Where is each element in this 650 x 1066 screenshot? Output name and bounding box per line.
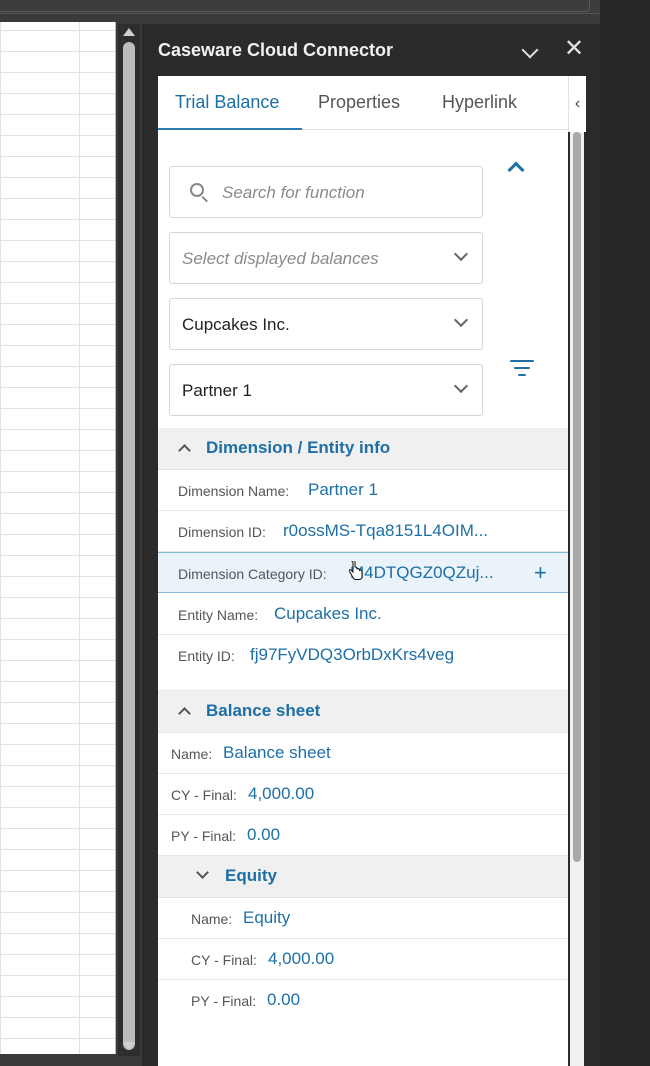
row-key: Dimension ID: [178,524,266,540]
scrollbar-thumb[interactable] [123,42,135,1050]
equity-row-py-final[interactable]: PY - Final: 0.00 [158,980,568,1021]
section-title: Dimension / Entity info [206,438,391,457]
section-header-dimension-info[interactable]: Dimension / Entity info [158,428,568,470]
row-key: CY - Final: [171,787,237,803]
pane-content: Trial Balance Properties Hyperlink Searc… [158,76,568,1066]
scroll-up-arrow-icon[interactable] [123,28,135,36]
chevron-left-icon: ‹ [574,95,581,112]
row-value: Equity [243,908,291,927]
section-title: Equity [225,866,277,885]
row-key: Entity Name: [178,607,259,623]
tab-trial-balance[interactable]: Trial Balance [175,92,279,113]
window-top-strip [0,0,600,14]
chevron-down-icon [453,312,469,328]
row-key: Name: [171,746,213,762]
row-key: Entity ID: [178,648,235,664]
row-value: 0.00 [267,990,301,1009]
scroll-down-arrow-icon[interactable] [123,1042,135,1050]
add-icon[interactable]: + [534,560,547,586]
row-value: M4DTQGZ0QZuj... [350,563,494,582]
info-row-entity-id[interactable]: Entity ID: fj97FyVDQ3OrbDxKrs4veg [158,635,568,691]
balance-row-name[interactable]: Name: Balance sheet [158,733,568,774]
row-value: Partner 1 [308,480,378,499]
pane-close-button[interactable]: ✕ [560,34,588,64]
tab-hyperlink[interactable]: Hyperlink [442,92,517,113]
tab-scroll-left-button[interactable]: ‹ [568,76,586,132]
search-icon [190,183,204,197]
row-value: fj97FyVDQ3OrbDxKrs4veg [250,645,455,664]
info-row-entity-name[interactable]: Entity Name: Cupcakes Inc. [158,594,568,635]
window-top-frame [0,0,590,12]
row-key: CY - Final: [191,952,257,968]
row-value: 4,000.00 [268,949,335,968]
tab-properties[interactable]: Properties [318,92,400,113]
row-key: PY - Final: [191,993,257,1009]
equity-row-name[interactable]: Name: Equity [158,898,568,939]
pane-vertical-scrollbar[interactable] [570,132,584,1066]
row-value: 0.00 [247,825,281,844]
balance-row-py-final[interactable]: PY - Final: 0.00 [158,815,568,856]
entity-select-value: Cupcakes Inc. [182,315,290,334]
active-tab-indicator [158,128,302,130]
chevron-up-icon [178,707,191,720]
dimension-select[interactable]: Partner 1 [169,364,483,416]
section-header-balance-sheet[interactable]: Balance sheet [158,691,568,733]
dimension-select-value: Partner 1 [182,381,252,400]
info-row-dimension-id[interactable]: Dimension ID: r0ossMS-Tqa8151L4OIM... [158,511,568,552]
section-header-equity[interactable]: Equity [158,856,568,898]
chevron-down-icon [453,378,469,394]
balance-row-cy-final[interactable]: CY - Final: 4,000.00 [158,774,568,815]
row-value: r0ossMS-Tqa8151L4OIM... [283,521,489,540]
displayed-balances-select[interactable]: Select displayed balances [169,232,483,284]
pane-title: Caseware Cloud Connector [158,40,394,60]
info-row-dimension-name[interactable]: Dimension Name: Partner 1 [158,470,568,511]
info-row-dimension-category-id[interactable]: Dimension Category ID: M4DTQGZ0QZuj... + [158,552,568,593]
row-value: Balance sheet [223,743,331,762]
close-icon: ✕ [563,35,585,62]
row-key: Dimension Name: [178,483,290,499]
chevron-down-icon [521,41,539,59]
collapse-filters-icon[interactable] [507,161,525,179]
row-value: 4,000.00 [248,784,315,803]
sheet-vertical-scrollbar[interactable] [118,24,140,1056]
section-title: Balance sheet [206,701,321,720]
tab-bar: Trial Balance Properties Hyperlink [158,76,568,130]
row-value: Cupcakes Inc. [274,604,382,623]
balances-placeholder: Select displayed balances [182,249,379,268]
chevron-up-icon [178,444,191,457]
row-key: PY - Final: [171,828,237,844]
pane-scrollbar-thumb[interactable] [573,132,581,862]
chevron-down-icon [196,866,209,879]
window-right-edge [600,0,650,1066]
search-function-input[interactable]: Search for function [169,166,483,218]
filter-icon[interactable] [510,358,534,378]
hand-cursor-icon [349,561,363,580]
search-placeholder: Search for function [222,183,365,202]
task-pane: Caseware Cloud Connector ✕ Trial Balance… [142,24,600,1066]
row-key: Dimension Category ID: [178,566,327,582]
chevron-down-icon [453,246,469,262]
entity-select[interactable]: Cupcakes Inc. [169,298,483,350]
pane-options-button[interactable] [516,34,544,64]
spreadsheet-grid[interactable] [0,22,116,1054]
row-key: Name: [191,911,233,927]
equity-row-cy-final[interactable]: CY - Final: 4,000.00 [158,939,568,980]
